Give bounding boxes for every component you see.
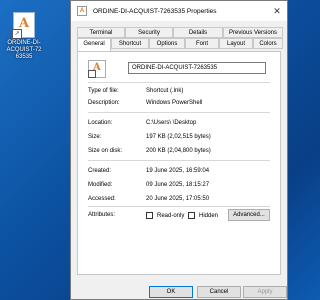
tab-layout[interactable]: Layout [219, 38, 253, 49]
tab-security[interactable]: Security [125, 27, 173, 38]
file-icon: A [88, 60, 106, 78]
read-only-label: Read-only [157, 212, 185, 219]
description-value: Windows PowerShell [146, 100, 203, 106]
tab-previous-versions[interactable]: Previous Versions [223, 27, 283, 38]
close-icon: ✕ [273, 6, 281, 16]
accessed-value: 20 June 2025, 17:05:50 [146, 196, 210, 202]
general-tab-panel: A ORDINE-DI-ACQUIST-7263535 Type of file… [77, 51, 281, 275]
divider [88, 82, 270, 83]
location-row: Location: C:\Users\ \Desktop [88, 118, 270, 128]
tab-font[interactable]: Font [185, 38, 219, 49]
tab-strip: Terminal Security Details Previous Versi… [77, 27, 283, 51]
title-bar: A ORDINE-DI-ACQUIST-7263535 Properties ✕ [71, 1, 287, 21]
accessed-label: Accessed: [88, 196, 116, 202]
size-on-disk-row: Size on disk: 200 KB (2,04,800 bytes) [88, 146, 270, 156]
hidden-checkbox[interactable]: Hidden [188, 212, 218, 219]
size-value: 197 KB (2,02,515 bytes) [146, 134, 211, 140]
created-row: Created: 19 June 2025, 16:59:04 [88, 166, 270, 176]
modified-row: Modified: 09 June 2025, 18:15:27 [88, 180, 270, 190]
description-label: Description: [88, 100, 120, 106]
description-row: Description: Windows PowerShell [88, 98, 270, 108]
type-label: Type of file: [88, 88, 119, 94]
checkbox-box[interactable] [146, 212, 153, 219]
tab-general[interactable]: General [77, 38, 111, 51]
size-row: Size: 197 KB (2,02,515 bytes) [88, 132, 270, 142]
accessed-row: Accessed: 20 June 2025, 17:05:50 [88, 194, 270, 204]
file-name-field[interactable]: ORDINE-DI-ACQUIST-7263535 [128, 62, 266, 74]
tab-shortcut[interactable]: Shortcut [111, 38, 149, 49]
cancel-button[interactable]: Cancel [197, 286, 241, 298]
window-app-icon: A [77, 6, 87, 16]
properties-window: A ORDINE-DI-ACQUIST-7263535 Properties ✕… [70, 0, 288, 300]
shortcut-arrow-icon [88, 70, 96, 78]
modified-label: Modified: [88, 182, 113, 188]
attributes-label: Attributes: [88, 212, 116, 218]
powershell-shortcut-icon: A ↗ [12, 12, 35, 39]
size-on-disk-label: Size on disk: [88, 148, 123, 154]
created-label: Created: [88, 168, 112, 174]
type-row: Type of file: Shortcut (.lnk) [88, 86, 270, 96]
divider [88, 160, 270, 161]
created-value: 19 June 2025, 16:59:04 [146, 168, 210, 174]
divider [88, 206, 270, 207]
tab-details[interactable]: Details [173, 27, 223, 38]
divider [88, 112, 270, 113]
modified-value: 09 June 2025, 18:15:27 [146, 182, 210, 188]
shortcut-arrow-icon: ↗ [12, 29, 22, 39]
tab-colors[interactable]: Colors [253, 38, 283, 49]
tab-terminal[interactable]: Terminal [77, 27, 125, 38]
window-title: ORDINE-DI-ACQUIST-7263535 Properties [93, 7, 217, 15]
location-value: C:\Users\ \Desktop [146, 120, 197, 126]
hidden-label: Hidden [199, 212, 219, 219]
ok-button[interactable]: OK [149, 286, 193, 298]
desktop-shortcut-icon[interactable]: A ↗ ORDINE-DI-ACQUIST-7263535 [6, 12, 42, 61]
size-label: Size: [88, 134, 102, 140]
apply-button[interactable]: Apply [243, 286, 287, 298]
size-on-disk-value: 200 KB (2,04,800 bytes) [146, 148, 211, 154]
read-only-checkbox[interactable]: Read-only [146, 212, 184, 219]
tab-options[interactable]: Options [149, 38, 185, 49]
advanced-button[interactable]: Advanced... [228, 209, 270, 221]
desktop-icon-label: ORDINE-DI-ACQUIST-7263535 [6, 40, 42, 60]
checkbox-box[interactable] [188, 212, 195, 219]
close-button[interactable]: ✕ [271, 5, 283, 17]
type-value: Shortcut (.lnk) [146, 88, 184, 94]
location-label: Location: [88, 120, 113, 126]
